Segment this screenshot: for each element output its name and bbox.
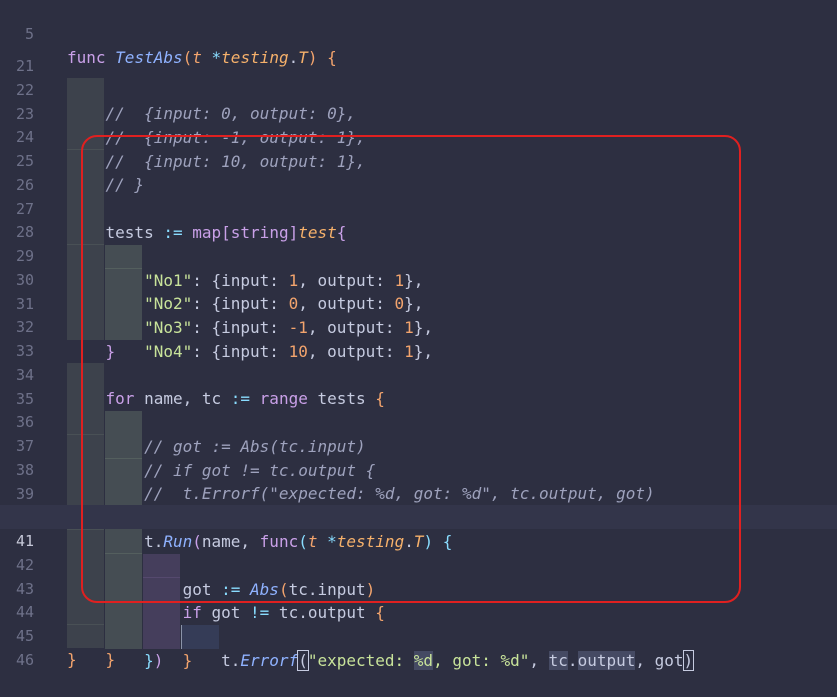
code-editor[interactable]: 5 func TestAbs(t *testing.T) { 21 // {in… [0, 0, 837, 671]
highlight-annotation-box [81, 135, 741, 603]
code-line[interactable]: 24 // } [0, 101, 837, 194]
code-line[interactable]: 21 // {input: 0, output: 0}, [0, 30, 837, 123]
code-line[interactable]: 46 [0, 624, 837, 669]
code-line[interactable]: 22 // {input: -1, output: 1}, [0, 54, 837, 147]
code-line[interactable]: 5 func TestAbs(t *testing.T) { [0, 0, 837, 67]
code-text[interactable]: } [67, 648, 77, 672]
code-line[interactable]: 23 // {input: 10, output: 1}, [0, 78, 837, 171]
code-line[interactable]: 45 } [0, 600, 837, 669]
line-number: 46 [15, 651, 34, 669]
